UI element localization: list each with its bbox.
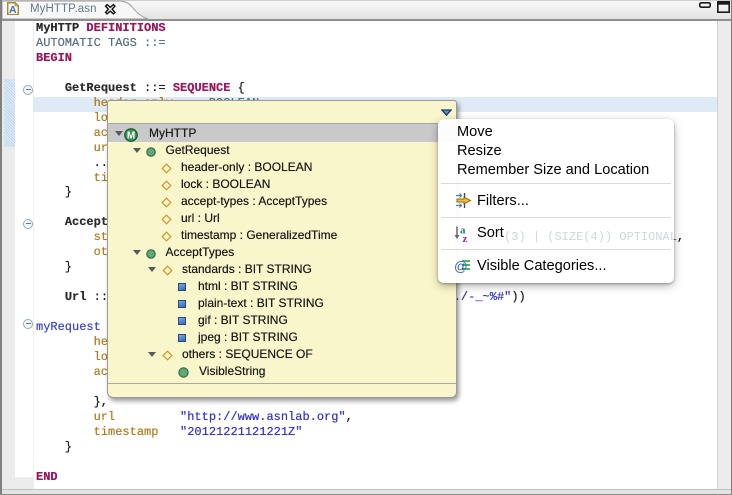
svg-text:A: A (9, 4, 17, 16)
svg-text:@: @ (454, 259, 468, 274)
svg-text:M: M (126, 130, 134, 141)
svg-text:z: z (463, 233, 468, 243)
